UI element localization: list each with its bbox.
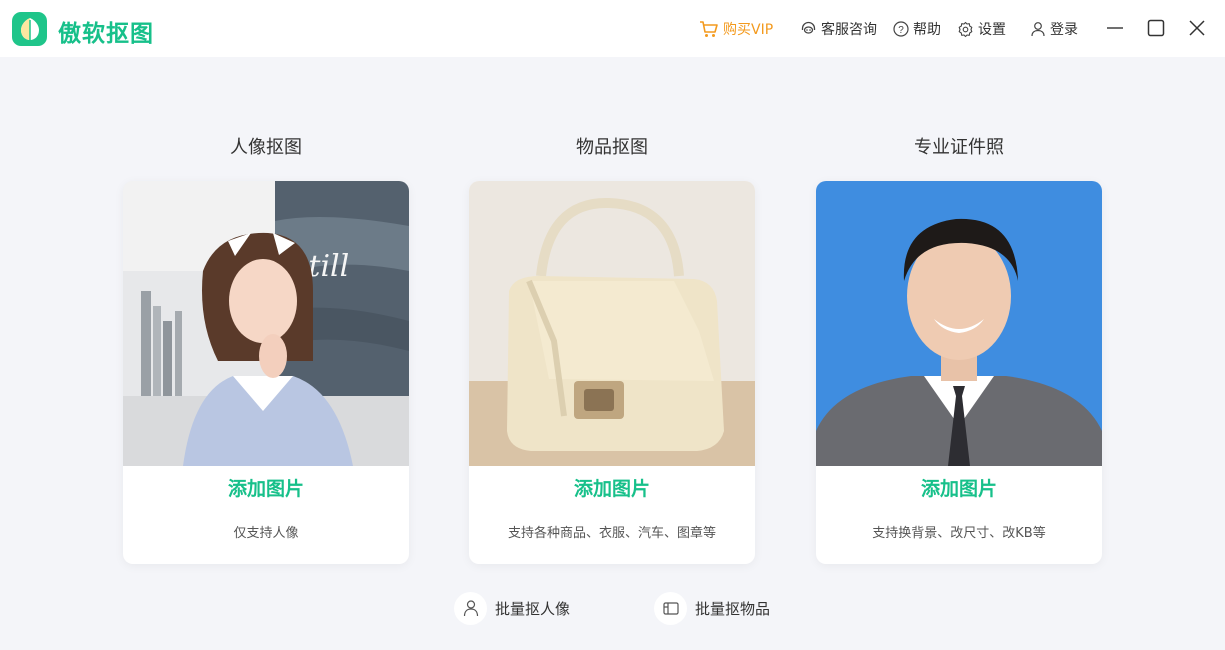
id-photo-description: 支持换背景、改尺寸、改KB等 [872,526,1046,541]
object-title: 物品抠图 [576,137,648,158]
batch-portrait-button[interactable]: 批量抠人像 [454,591,570,625]
maximize-button[interactable] [1144,16,1168,40]
object-card[interactable]: 添加图片 支持各种商品、衣服、汽车、图章等 [469,181,755,564]
minimize-icon [1107,27,1123,29]
id-photo-section: 专业证件照 添加图片 支持换背景、改尺寸、改KB等 [816,134,1102,564]
svg-text:?: ? [898,25,904,36]
buy-vip-label: 购买VIP [723,22,774,38]
cart-icon [700,21,718,37]
portrait-add-image-button[interactable]: 添加图片 [123,474,409,501]
close-button[interactable] [1185,16,1209,40]
buy-vip-button[interactable]: 购买VIP [699,19,773,39]
app-logo [12,12,47,46]
close-icon [1189,20,1205,36]
batch-object-label: 批量抠物品 [695,599,771,618]
help-button[interactable]: ? 帮助 [893,19,941,39]
id-photo-sample-image [816,181,1102,466]
portrait-title: 人像抠图 [230,137,302,158]
minimize-button[interactable] [1103,16,1127,40]
maximize-icon [1147,19,1165,37]
object-description: 支持各种商品、衣服、汽车、图章等 [507,526,716,541]
settings-button[interactable]: 设置 [957,19,1006,39]
portrait-description: 仅支持人像 [233,526,299,541]
portrait-section: 人像抠图 still 添加图片 仅支持人像 [123,134,409,564]
id-photo-add-image-button[interactable]: 添加图片 [816,474,1102,501]
id-photo-card[interactable]: 添加图片 支持换背景、改尺寸、改KB等 [816,181,1102,564]
portrait-sample-image: still [123,181,409,466]
handbag-sample-image [469,181,755,466]
portrait-card[interactable]: still 添加图片 仅支持人像 [123,181,409,564]
person-icon [463,600,478,617]
object-section: 物品抠图 添加图片 支持各种商品、衣服、汽车、图章等 [469,134,755,564]
batch-portrait-icon-wrap [454,591,487,625]
support-label: 客服咨询 [821,22,877,38]
batch-object-icon-wrap [654,591,687,625]
login-button[interactable]: 登录 [1030,19,1078,39]
headset-icon [801,21,816,34]
batch-portrait-label: 批量抠人像 [495,599,571,618]
settings-label: 设置 [978,22,1006,38]
id-photo-title: 专业证件照 [914,137,1004,158]
help-icon: ? [893,21,909,37]
support-button[interactable]: 客服咨询 [800,19,877,39]
app-window: 傲软抠图 购买VIP 客服咨询 ? 帮助 设置 登录 人像抠图 still 添加… [0,0,1225,650]
app-title: 傲软抠图 [58,21,154,47]
box-icon [662,602,679,615]
gear-icon [958,21,973,37]
title-bar: 傲软抠图 购买VIP 客服咨询 ? 帮助 设置 登录 [0,0,1225,57]
user-icon [1031,22,1045,37]
help-label: 帮助 [913,22,941,38]
object-add-image-button[interactable]: 添加图片 [469,474,755,501]
login-label: 登录 [1050,22,1078,38]
leaf-logo-icon [20,18,39,40]
batch-object-button[interactable]: 批量抠物品 [654,591,770,625]
